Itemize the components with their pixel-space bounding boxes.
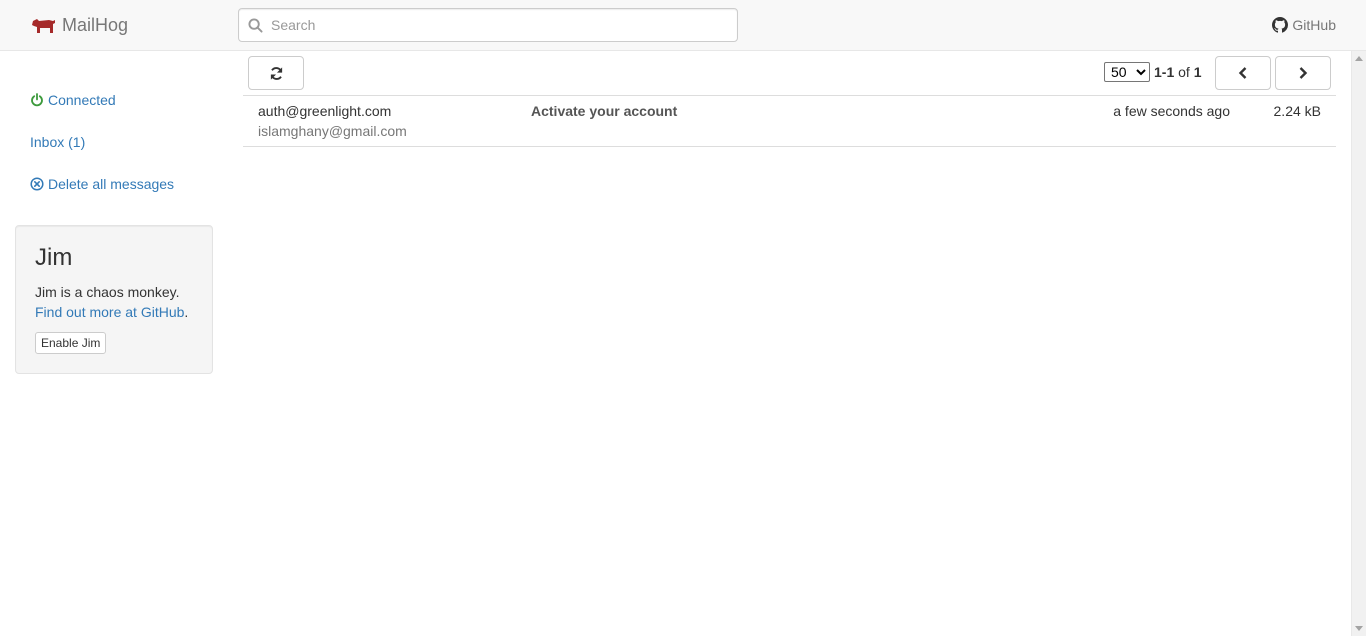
pagination: 50 1-1 of 1	[1104, 56, 1331, 90]
message-size: 2.24 kB	[1273, 103, 1321, 119]
connected-status-link[interactable]: Connected	[30, 92, 116, 108]
jim-panel: Jim Jim is a chaos monkey. Find out more…	[15, 225, 213, 374]
app-title: MailHog	[62, 14, 129, 35]
connected-label: Connected	[48, 92, 116, 108]
delete-all-messages-link[interactable]: Delete all messages	[30, 176, 174, 192]
message-time: a few seconds ago	[1113, 103, 1230, 119]
scroll-down-arrow-icon[interactable]	[1355, 626, 1363, 631]
message-subject: Activate your account	[531, 103, 678, 119]
page-info: 1-1 of 1	[1154, 64, 1202, 80]
power-icon	[31, 93, 43, 107]
scroll-up-arrow-icon[interactable]	[1355, 56, 1363, 61]
page-range: 1-1	[1154, 64, 1175, 80]
vertical-scrollbar[interactable]	[1351, 51, 1366, 636]
delete-all-label: Delete all messages	[48, 176, 175, 192]
refresh-icon	[270, 66, 282, 80]
circle-x-icon	[30, 177, 44, 191]
message-list: auth@greenlight.com islamghany@gmail.com…	[243, 95, 1336, 147]
brand-link[interactable]: MailHog	[31, 14, 128, 36]
message-to: islamghany@gmail.com	[258, 123, 407, 139]
jim-link-suffix: .	[184, 304, 189, 320]
page-of-label: of	[1178, 64, 1190, 80]
github-icon	[1272, 17, 1289, 33]
previous-page-button[interactable]	[1215, 56, 1271, 90]
inbox-link[interactable]: Inbox (1)	[30, 134, 85, 150]
search-input[interactable]	[269, 10, 729, 40]
enable-jim-button[interactable]: Enable Jim	[35, 332, 107, 354]
github-label: GitHub	[1292, 17, 1336, 33]
jim-title: Jim	[35, 244, 73, 271]
per-page-select[interactable]: 50	[1104, 62, 1150, 82]
next-page-button[interactable]	[1275, 56, 1331, 90]
message-row[interactable]: auth@greenlight.com islamghany@gmail.com…	[243, 96, 1336, 146]
jim-github-link[interactable]: Find out more at GitHub	[35, 304, 184, 320]
search-box	[238, 8, 738, 42]
message-from: auth@greenlight.com	[258, 103, 392, 119]
chevron-right-icon	[1299, 67, 1308, 79]
search-icon	[248, 18, 263, 33]
navbar: MailHog GitHub	[0, 0, 1366, 51]
jim-description: Jim is a chaos monkey.	[35, 284, 180, 300]
page-total: 1	[1193, 64, 1202, 80]
jim-description-block: Jim is a chaos monkey. Find out more at …	[35, 282, 205, 322]
inbox-label: Inbox (1)	[30, 134, 86, 150]
github-link[interactable]: GitHub	[1272, 17, 1336, 33]
chevron-left-icon	[1238, 67, 1247, 79]
refresh-button[interactable]	[248, 56, 304, 90]
hog-logo-icon	[32, 19, 55, 33]
